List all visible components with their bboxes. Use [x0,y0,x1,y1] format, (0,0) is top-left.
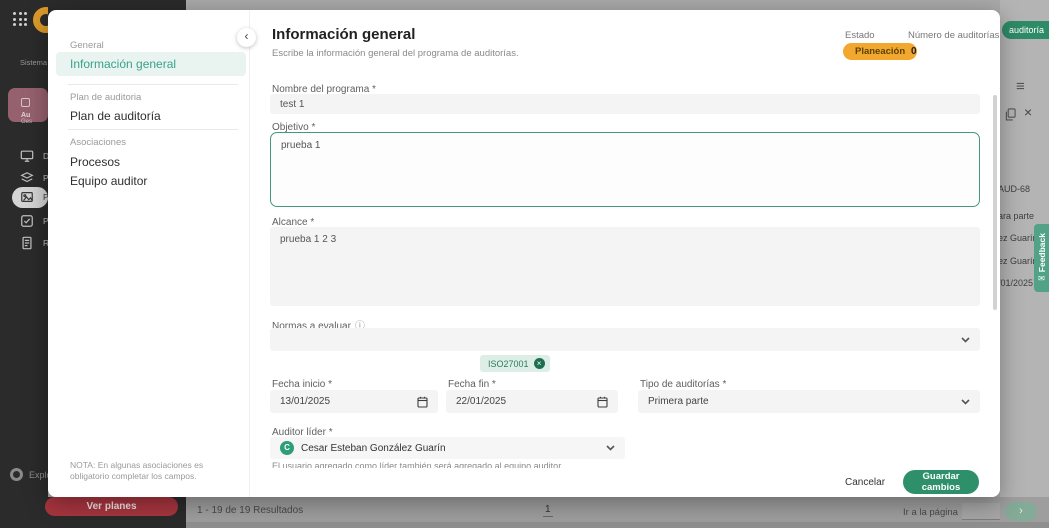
normas-select[interactable] [270,328,980,351]
ver-planes-button[interactable]: Ver planes [45,497,178,516]
modal-footer: Cancelar Guardar cambios [250,468,1000,497]
app-logo [33,7,48,33]
collapse-sidebar-button[interactable]: ‹ [237,28,256,47]
close-icon[interactable]: × [1024,104,1032,120]
explora-label: Explora [29,470,48,480]
page-subtitle: Escribe la información general del progr… [272,48,519,59]
mail-icon: ✉ [1038,274,1045,283]
report-icon[interactable] [20,236,36,252]
section-label-general: General [70,40,104,51]
apps-grid-icon[interactable] [13,12,27,26]
tipo-auditorias-value: Primera parte [648,396,709,407]
divider [68,84,238,85]
cancel-button[interactable]: Cancelar [845,477,885,488]
goto-page-button[interactable]: › [1005,502,1037,521]
nombre-input[interactable] [270,94,980,114]
norma-chip: ISO27001 × [480,355,550,372]
app-root: Sistema d Au Ges D P P P R Explora Ver p… [0,0,1049,528]
programs-icon[interactable] [20,190,36,206]
workspace-subtitle: Ges [21,119,48,126]
feedback-label: Feedback [1037,233,1047,272]
calendar-icon [417,396,428,408]
fecha-fin-label: Fecha fin * [448,379,496,390]
drawer-text-partial: AUD-68 [998,184,1046,194]
scrollbar[interactable] [993,95,997,310]
modal-main: Información general Escribe la informaci… [250,10,1000,497]
workspace-icon [21,98,30,107]
current-page[interactable]: 1 [543,504,553,517]
tipo-auditorias-label: Tipo de auditorías * [640,379,726,390]
sidebar-item-plan-auditoria[interactable]: Plan de auditoría [70,109,161,123]
chevron-down-icon [961,337,970,343]
auditor-lider-select[interactable]: C Cesar Esteban González Guarín [270,437,625,459]
check-square-icon[interactable] [20,214,36,230]
auditor-lider-value: Cesar Esteban González Guarín [301,443,446,454]
fecha-inicio-input[interactable]: 13/01/2025 [270,390,438,413]
num-auditorias-value: 0 [911,46,917,57]
hamburger-icon[interactable]: ≡ [1016,78,1025,95]
sidebar-item-procesos[interactable]: Procesos [70,155,120,169]
estado-label: Estado [845,30,875,41]
save-button[interactable]: Guardar cambios [903,470,979,494]
drawer-text-partial: ara parte [998,211,1046,221]
remove-chip-icon[interactable]: × [534,358,545,369]
layers-icon[interactable] [20,171,36,187]
avatar: C [280,441,294,455]
results-count: 1 - 19 de 19 Resultados [197,505,303,516]
chevron-down-icon [961,399,970,405]
page-title: Información general [272,26,415,43]
audit-program-modal: General Información general Plan de audi… [48,10,1000,497]
section-label-plan: Plan de auditoria [70,92,141,103]
goto-page-label: Ir a la página [903,507,958,518]
feedback-tab[interactable]: Feedback ✉ [1034,224,1049,292]
monitor-icon[interactable] [20,149,36,165]
fecha-inicio-label: Fecha inicio * [272,379,332,390]
workspace-title: Au [21,112,48,119]
app-sidebar: Sistema d Au Ges D P P P R Explora [0,0,48,528]
goto-page-input[interactable] [962,503,1000,520]
sidebar-item-informacion-general[interactable]: Información general [56,52,246,76]
sidebar-note: NOTA: En algunas asociaciones es obligat… [70,460,235,483]
explora-icon[interactable] [10,468,23,481]
num-auditorias-label: Número de auditorías [908,30,999,41]
create-audit-button-partial[interactable]: auditoría [1002,21,1049,39]
modal-sidebar: General Información general Plan de audi… [48,10,250,497]
norma-chip-label: ISO27001 [488,359,529,369]
sistema-label: Sistema d [20,58,48,67]
workspace-card[interactable]: Au Ges [8,88,48,122]
divider [68,129,238,130]
alcance-textarea[interactable]: prueba 1 2 3 [270,227,980,306]
chevron-left-icon: ‹ [245,29,249,43]
fecha-fin-value: 22/01/2025 [456,396,506,407]
copy-icon[interactable] [1005,108,1016,121]
sidebar-item-equipo-auditor[interactable]: Equipo auditor [70,174,147,188]
section-label-asociaciones: Asociaciones [70,137,126,148]
calendar-icon [597,396,608,408]
fecha-fin-input[interactable]: 22/01/2025 [446,390,618,413]
status-badge: Planeación [843,43,917,60]
objetivo-textarea[interactable]: prueba 1 [270,132,980,207]
fecha-inicio-value: 13/01/2025 [280,396,330,407]
tipo-auditorias-select[interactable]: Primera parte [638,390,980,413]
chevron-down-icon [606,445,615,451]
